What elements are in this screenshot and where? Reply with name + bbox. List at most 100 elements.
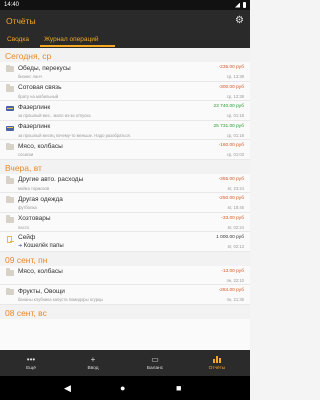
operation-amount: -33.00 руб [221,215,244,221]
nav-more[interactable]: ••• Ещё [0,350,62,376]
operation-row[interactable]: Сотовая связь брату на мобильный -300.00 р… [0,81,250,101]
operation-date: ср, 12:38 [226,93,244,99]
operation-note: мойка тормозов [18,185,50,191]
folder-icon [6,84,14,92]
tab-operations-log[interactable]: Журнал операций [44,36,99,43]
section-header: 09 сент, пн [0,251,250,266]
home-icon[interactable]: ● [120,383,125,393]
bottom-nav: ••• Ещё + Ввод ▭ Баланс Отчёты [0,350,250,376]
operation-row[interactable]: Другая одежда футболка -250.00 руб вт, 18:4… [0,193,250,213]
operation-row[interactable]: Хозтовары паста -33.00 руб вт, 02:24 [0,212,250,232]
operation-amount: -284.00 руб [218,288,244,293]
operation-amount: -355.00 руб [218,176,244,182]
section-header: Вчера, вт [0,159,250,174]
back-icon[interactable]: ◀ [64,383,71,393]
operation-name: Фрукты, Овощи [18,287,65,295]
operation-amount: 23 740.00 руб [213,104,245,109]
tab-summary[interactable]: Сводка [7,36,29,43]
nav-reports-label: Отчёты [208,366,226,371]
operation-date: ср, 01:03 [226,152,244,157]
operation-date: вт, 02:24 [227,224,244,230]
folder-icon [6,195,14,203]
status-icons [235,0,246,10]
system-nav-bar: ◀ ● ■ [0,376,250,400]
safe-icon [7,236,14,243]
operations-list[interactable]: Сегодня, ср Обеды, перекусы бизнес ланч -23… [0,48,250,350]
nav-reports[interactable]: Отчёты [186,350,248,376]
folder-icon [6,176,14,184]
status-bar: 14:40 [0,0,250,10]
transfer-target-name: Кошелёк папы [23,242,64,249]
plus-icon: + [90,355,96,364]
tab-indicator [40,45,115,47]
operation-row[interactable]: Сейф ➜ Кошелёк папы 1 000.00 руб вт, 02:13 [0,232,250,252]
operation-amount: 25 731.00 руб [213,123,245,129]
operation-name: Сейф [18,234,36,241]
operation-name: Мясо, колбасы [18,268,63,275]
operation-date: ср, 13:38 [226,74,244,79]
balance-icon: ▭ [151,355,159,364]
nav-input-label: Ввод [87,366,99,371]
operation-row[interactable]: Обеды, перекусы бизнес ланч -235.00 руб ср,… [0,62,250,82]
operation-row[interactable]: Другие авто. расходы мойка тормозов -355.0… [0,173,250,193]
section-header: 08 сент, вс [0,304,250,319]
operation-row[interactable]: Фрукты, Овощи бананы клубника капуста пом… [0,285,250,305]
operation-note: за прошлый месяц почему-то меньше. Надо … [18,132,131,138]
operation-date: пн, 21:35 [226,297,244,302]
operation-date: вт, 02:13 [227,244,244,249]
folder-icon [6,287,14,295]
operation-note: брату на мобильный [18,93,59,99]
operation-note: паста [18,224,29,230]
operation-date: пн, 22:10 [226,277,244,283]
operation-name: Мясо, колбасы [18,142,63,150]
battery-icon [243,2,246,8]
folder-icon [6,215,14,223]
operation-amount: -13.00 руб [221,268,244,274]
operation-name: Фазерлинк [18,123,51,130]
operation-note: бананы клубника капуста помидоры огурцы [18,297,104,302]
operation-name: Другая одежда [18,195,63,203]
operation-amount: -250.00 руб [218,196,244,201]
recents-icon[interactable]: ■ [176,383,181,393]
operation-date: ср, 01:18 [226,113,244,118]
reports-icon [213,356,221,363]
operation-amount: -300.00 руб [218,84,244,90]
nav-balance-label: Баланс [146,366,164,371]
operation-note: бизнес ланч [18,74,42,79]
folder-icon [6,64,14,72]
operation-name: Фазерлинк [18,103,51,111]
bank-card-icon [6,125,14,131]
nav-more-label: Ещё [26,366,36,371]
nav-balance[interactable]: ▭ Баланс [124,350,186,376]
operation-name: Сотовая связь [18,84,62,91]
bank-card-icon [6,106,14,111]
section-header: Сегодня, ср [0,48,250,62]
gear-icon[interactable]: ⚙ [234,15,245,26]
operation-row[interactable]: Мясо, колбасы -13.00 руб пн, 22:10 [0,265,250,285]
operation-note: футболка [18,205,37,210]
transfer-target: ➜ Кошелёк папы [18,243,64,249]
status-time: 14:40 [4,2,20,8]
operation-amount: -160.00 руб [218,143,244,148]
operation-name: Хозтовары [18,215,51,222]
operation-date: вт, 23:24 [227,185,244,191]
operation-row[interactable]: Фазерлинк за прошлый мес.. мало из-за отп… [0,101,250,121]
operation-date: вт, 18:45 [227,205,244,210]
page-title: Отчёты [6,16,36,26]
signal-icon [235,2,240,8]
operation-amount: 1 000.00 руб [216,235,244,240]
operation-row[interactable]: Фазерлинк за прошлый месяц почему-то мень… [0,120,250,140]
nav-input[interactable]: + Ввод [62,350,124,376]
app-bar: Отчёты ⚙ [0,10,250,33]
operation-name: Обеды, перекусы [18,64,71,72]
folder-icon [6,268,14,276]
operation-date: ср, 01:18 [226,132,244,138]
operation-note: за прошлый мес.. мало из-за отпуска [18,113,91,118]
operation-row[interactable]: Мясо, колбасы сосиски -160.00 руб ср, 01:03 [0,140,250,160]
tab-bar: Сводка Журнал операций [0,33,250,48]
folder-icon [6,142,14,150]
operation-name: Другие авто. расходы [18,176,84,183]
operation-note: сосиски [18,152,34,157]
more-icon: ••• [26,355,36,364]
operation-amount: -235.00 руб [218,65,244,70]
